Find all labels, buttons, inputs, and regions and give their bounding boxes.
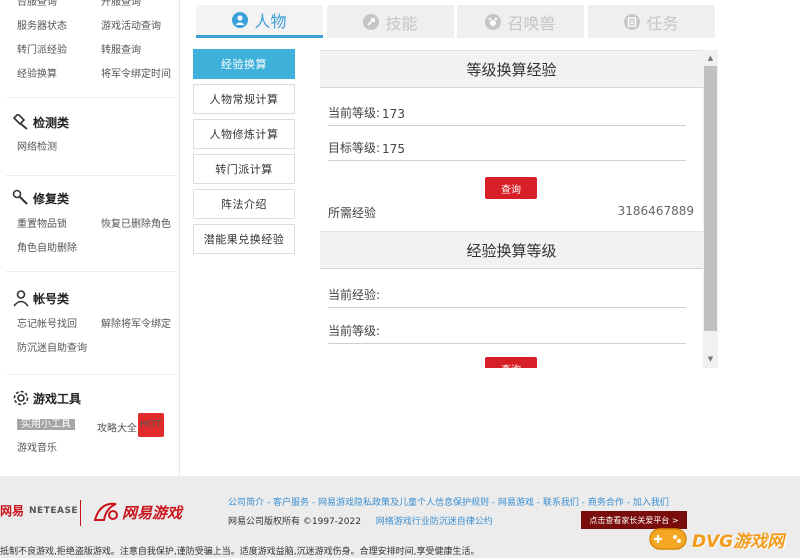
divider: [6, 271, 176, 272]
sidebar-link[interactable]: 转门派经验: [17, 39, 101, 63]
tab-skill[interactable]: 技能: [327, 5, 454, 38]
exp-to-level-title: 经验换算等级: [320, 231, 703, 269]
self-discipline-link[interactable]: 网络游戏行业防沉迷自律公约: [376, 517, 493, 527]
sidebar-link[interactable]: 游戏活动查询: [101, 15, 185, 39]
calc-potential-fruit[interactable]: 潜能果兑换经验: [193, 224, 295, 254]
scroll-thumb[interactable]: [704, 66, 717, 331]
hot-badge: HOT: [138, 413, 164, 437]
summon-icon: [485, 13, 502, 30]
result-row: 所需经验 3186467889: [328, 204, 694, 221]
section-title: 检测类: [33, 115, 70, 130]
sidebar-link[interactable]: 开服查询: [101, 0, 185, 15]
current-level-field-2[interactable]: 当前等级:: [328, 318, 686, 344]
sidebar-link[interactable]: 解除将军令绑定: [101, 313, 185, 337]
sidebar-link[interactable]: 经验换算: [17, 63, 101, 87]
skill-icon: [363, 13, 380, 30]
section-header-account: 帐号类: [12, 288, 69, 308]
calculator-panel: 等级换算经验 当前等级: 173 目标等级: 175 查询 所需经验 31864…: [320, 50, 720, 368]
level-to-exp-title: 等级换算经验: [320, 50, 703, 88]
top-links-grid: 台服查询 开服查询 服务器状态 游戏活动查询 转门派经验 转服查询 经验换算 将…: [17, 0, 185, 87]
section-title: 帐号类: [33, 291, 70, 306]
tab-summon[interactable]: 召唤兽: [457, 5, 584, 38]
logo-divider: [80, 500, 81, 526]
gamepad-icon: [649, 528, 687, 550]
sidebar-link[interactable]: 重置物品锁: [17, 213, 101, 237]
tab-label: 人物: [254, 12, 287, 31]
sidebar-link[interactable]: 防沉迷自助查询: [17, 337, 101, 361]
calc-character-basic[interactable]: 人物常规计算: [193, 84, 295, 114]
user-icon: [13, 290, 29, 307]
footer-links[interactable]: 公司简介 - 客户服务 - 网易游戏隐私政策及儿童个人信息保护规则 - 网易游戏…: [228, 495, 669, 508]
sidebar-link[interactable]: 实用小工具: [17, 419, 75, 430]
sidebar-link[interactable]: 转服查询: [101, 39, 185, 63]
tab-person[interactable]: 人物: [196, 5, 323, 38]
detect-links: 网络检测: [17, 136, 185, 160]
divider: [6, 97, 176, 98]
watermark-text: DVG游戏网: [692, 531, 785, 552]
netease-logo[interactable]: 网易 NETEASE: [0, 502, 78, 519]
netease-games-logo[interactable]: 网易游戏: [92, 500, 182, 524]
game-logo-text: 网易游戏: [122, 503, 183, 522]
sidebar-link[interactable]: 角色自助删除: [17, 237, 101, 261]
sidebar-link[interactable]: 将军令绑定时间: [101, 63, 185, 87]
gear-icon: [13, 390, 29, 406]
field-label: 当前等级:: [328, 106, 381, 120]
field-label: 当前等级:: [328, 324, 381, 338]
section-title: 修复类: [33, 191, 70, 206]
scroll-down-icon[interactable]: ▼: [703, 352, 718, 366]
sidebar-link[interactable]: 台服查询: [17, 0, 101, 15]
result-value: 3186467889: [617, 204, 694, 218]
calc-change-school[interactable]: 转门派计算: [193, 154, 295, 184]
logo-sub: NETEASE: [29, 505, 79, 516]
query-button-2[interactable]: 查询: [485, 357, 537, 368]
section-header-repair: 修复类: [12, 188, 69, 208]
copyright: 网易公司版权所有 ©1997-2022 网络游戏行业防沉迷自律公约: [228, 514, 493, 527]
account-links: 忘记帐号找回 解除将军令绑定 防沉迷自助查询: [17, 313, 185, 361]
sidebar-link[interactable]: 服务器状态: [17, 15, 101, 39]
result-label: 所需经验: [328, 206, 377, 220]
netease-games-emblem-icon: [93, 502, 118, 521]
tab-label: 技能: [385, 13, 418, 33]
current-level-field[interactable]: 当前等级: 173: [328, 100, 686, 126]
tab-label: 召唤兽: [507, 13, 556, 33]
field-label: 目标等级:: [328, 141, 381, 155]
section-title: 游戏工具: [33, 391, 82, 406]
sidebar-link-active[interactable]: 实用小工具: [13, 413, 97, 437]
divider: [6, 374, 176, 375]
task-icon: [624, 13, 641, 30]
left-sidebar: 台服查询 开服查询 服务器状态 游戏活动查询 转门派经验 转服查询 经验换算 将…: [0, 0, 180, 476]
sidebar-link-guides[interactable]: 攻略大全 HOT: [97, 413, 181, 437]
logo-text: 网易: [0, 504, 25, 518]
tab-task[interactable]: 任务: [588, 5, 715, 38]
sidebar-link[interactable]: 忘记帐号找回: [17, 313, 101, 337]
field-label: 当前经验:: [328, 288, 381, 302]
panel-scrollbar[interactable]: ▲ ▼: [703, 50, 718, 368]
sidebar-link[interactable]: 游戏音乐: [13, 437, 97, 461]
sidebar-link[interactable]: 网络检测: [17, 136, 101, 160]
calc-formation[interactable]: 阵法介绍: [193, 189, 295, 219]
repair-links: 重置物品锁 恢复已删除角色 角色自助删除: [17, 213, 185, 261]
scroll-up-icon[interactable]: ▲: [703, 51, 718, 65]
query-button[interactable]: 查询: [485, 177, 537, 199]
divider: [6, 175, 176, 176]
repair-wrench-icon: [12, 189, 28, 205]
section-header-tools: 游戏工具: [12, 388, 81, 408]
sidebar-link[interactable]: 攻略大全: [97, 423, 137, 434]
current-exp-field[interactable]: 当前经验:: [328, 282, 686, 308]
health-notice: 抵制不良游戏,拒绝盗版游戏。注意自我保护,谨防受骗上当。适度游戏益脑,沉迷游戏伤…: [0, 547, 480, 557]
sidebar-link[interactable]: 恢复已删除角色: [101, 213, 185, 237]
copyright-text: 网易公司版权所有 ©1997-2022: [228, 517, 361, 527]
tools-links: 实用小工具 攻略大全 HOT 游戏音乐: [13, 413, 181, 461]
wrench-icon: [12, 114, 28, 130]
footer: 网易 NETEASE 网易游戏 公司简介 - 客户服务 - 网易游戏隐私政策及儿…: [0, 476, 800, 558]
calc-exp-convert[interactable]: 经验换算: [193, 49, 295, 79]
target-level-input[interactable]: 175: [382, 142, 405, 156]
section-header-detect: 检测类: [12, 112, 69, 132]
calc-character-cultivation[interactable]: 人物修炼计算: [193, 119, 295, 149]
watermark: DVG游戏网: [648, 522, 784, 556]
tab-label: 任务: [646, 13, 679, 33]
current-level-input[interactable]: 173: [382, 107, 405, 121]
target-level-field[interactable]: 目标等级: 175: [328, 135, 686, 161]
person-icon: [232, 12, 249, 28]
